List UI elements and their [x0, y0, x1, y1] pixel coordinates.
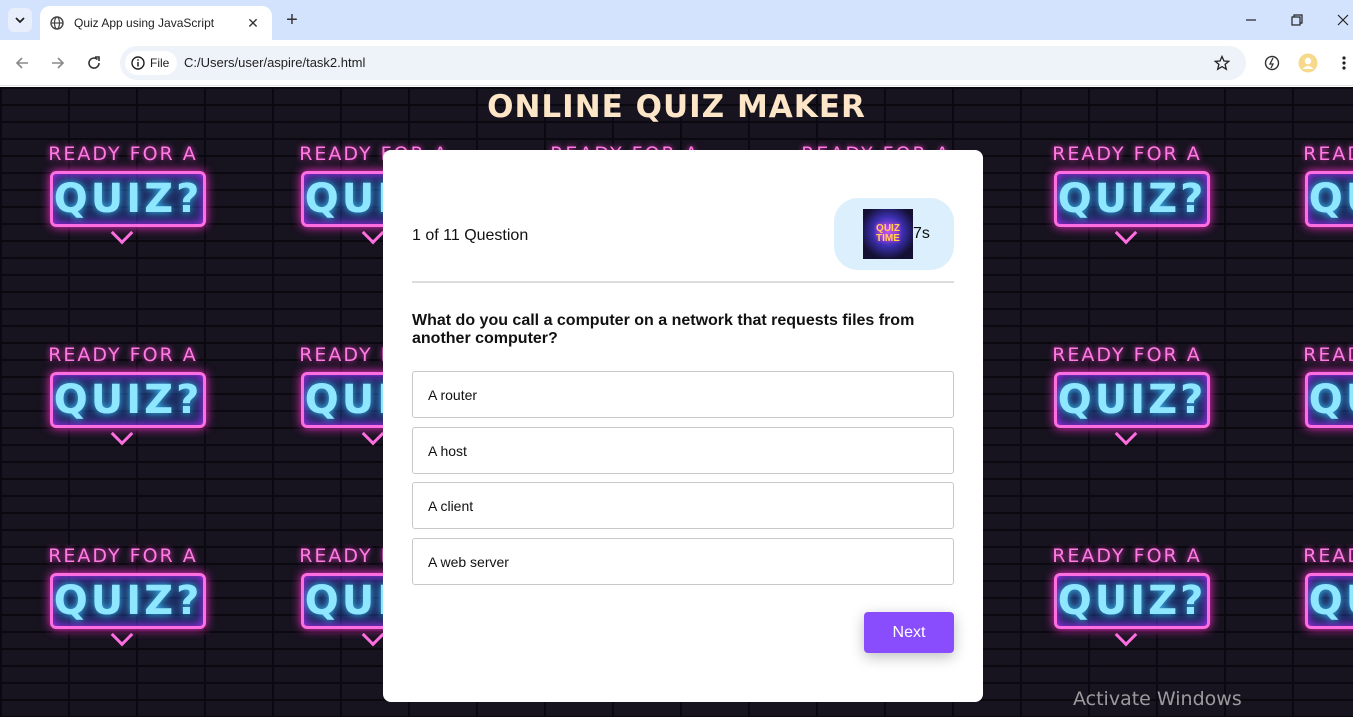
tab-strip: Quiz App using JavaScript ✕ + [0, 0, 1353, 40]
background-sign-main-text: QUIZ? [1057, 578, 1207, 624]
background-sign-main-text: QUIZ? [1308, 176, 1353, 222]
header-divider [412, 281, 954, 283]
background-sign-main-text: QUIZ? [1057, 176, 1207, 222]
answer-option[interactable]: A client [412, 482, 954, 529]
globe-icon [50, 16, 64, 30]
background-sign-main-text: QUIZ? [1308, 377, 1353, 423]
background-sign-top-text: READY FOR A [1303, 143, 1353, 165]
background-sign-main-text: QUIZ? [1308, 578, 1353, 624]
url-text: C:/Users/user/aspire/task2.html [184, 55, 366, 70]
minimize-window-icon[interactable] [1239, 8, 1263, 32]
background-sign-top-text: READY FOR A [1303, 545, 1353, 567]
extension-icon[interactable] [1260, 51, 1284, 75]
question-counter: 1 of 11 Question [412, 227, 529, 244]
quiz-card: 1 of 11 Question QUIZ TIME 7s What do yo… [383, 150, 983, 702]
active-tab[interactable]: Quiz App using JavaScript ✕ [40, 6, 272, 40]
tab-title: Quiz App using JavaScript [74, 16, 215, 30]
reload-icon[interactable] [82, 51, 106, 75]
next-button[interactable]: Next [864, 612, 954, 653]
bookmark-star-icon[interactable] [1212, 53, 1232, 73]
background-sign-top-text: READY FOR A [1303, 344, 1353, 366]
timer-value: 7s [913, 225, 930, 242]
answer-option[interactable]: A router [412, 371, 954, 418]
profile-avatar[interactable] [1296, 51, 1320, 75]
background-sign-top-text: READY FOR A [48, 545, 198, 567]
answer-option-label: A client [428, 497, 474, 514]
quiz-time-image-text: QUIZ TIME [876, 223, 900, 244]
background-sign-top-text: READY FOR A [1052, 143, 1202, 165]
tab-search-button[interactable] [8, 8, 32, 32]
background-quiz-sign: READY FOR A QUIZ? [1042, 143, 1212, 245]
site-info-chip[interactable]: File [125, 51, 178, 75]
restore-window-icon[interactable] [1285, 8, 1309, 32]
back-arrow-icon[interactable] [10, 51, 34, 75]
background-quiz-sign: READY FOR A QUIZ? [38, 143, 208, 245]
question-text: What do you call a computer on a network… [412, 312, 915, 347]
background-quiz-sign: READY FOR A QUIZ? [1293, 143, 1353, 243]
timer-badge: QUIZ TIME 7s [834, 198, 954, 270]
answer-option-label: A host [428, 442, 467, 459]
close-tab-icon[interactable]: ✕ [244, 14, 262, 32]
answer-option[interactable]: A web server [412, 538, 954, 585]
background-quiz-sign: READY FOR A QUIZ? [38, 344, 208, 446]
info-icon [131, 56, 145, 70]
answer-option-label: A router [428, 386, 478, 403]
browser-toolbar: File C:/Users/user/aspire/task2.html [0, 40, 1353, 86]
background-sign-main-text: QUIZ? [53, 377, 203, 423]
background-sign-top-text: READY FOR A [48, 143, 198, 165]
chevron-down-icon [15, 17, 25, 24]
browser-menu-icon[interactable] [1332, 51, 1353, 75]
background-quiz-sign: READY FOR A QUIZ? [1293, 344, 1353, 444]
background-quiz-sign: READY FOR A QUIZ? [38, 545, 208, 647]
background-sign-main-text: QUIZ? [1057, 377, 1207, 423]
background-sign-top-text: READY FOR A [1052, 344, 1202, 366]
background-quiz-sign: READY FOR A QUIZ? [1042, 344, 1212, 446]
background-quiz-sign: READY FOR A QUIZ? [1042, 545, 1212, 647]
background-sign-main-text: QUIZ? [53, 578, 203, 624]
background-sign-top-text: READY FOR A [48, 344, 198, 366]
quiz-time-image: QUIZ TIME [863, 209, 913, 259]
background-quiz-sign: READY FOR A QUIZ? [1293, 545, 1353, 645]
activate-windows-watermark: Activate Windows [1073, 688, 1242, 710]
background-sign-top-text: READY FOR A [1052, 545, 1202, 567]
page-title: ONLINE QUIZ MAKER [487, 89, 866, 125]
new-tab-button[interactable]: + [280, 8, 304, 32]
forward-arrow-icon[interactable] [46, 51, 70, 75]
address-bar[interactable]: File C:/Users/user/aspire/task2.html [120, 46, 1246, 80]
page-background: READY FOR A QUIZ? READY FOR A QUIZ? READY FO… [0, 87, 1353, 717]
answer-option-label: A web server [428, 553, 509, 570]
background-sign-main-text: QUIZ? [53, 176, 203, 222]
close-window-icon[interactable] [1331, 8, 1353, 32]
file-chip-label: File [150, 56, 170, 70]
answer-option[interactable]: A host [412, 427, 954, 474]
